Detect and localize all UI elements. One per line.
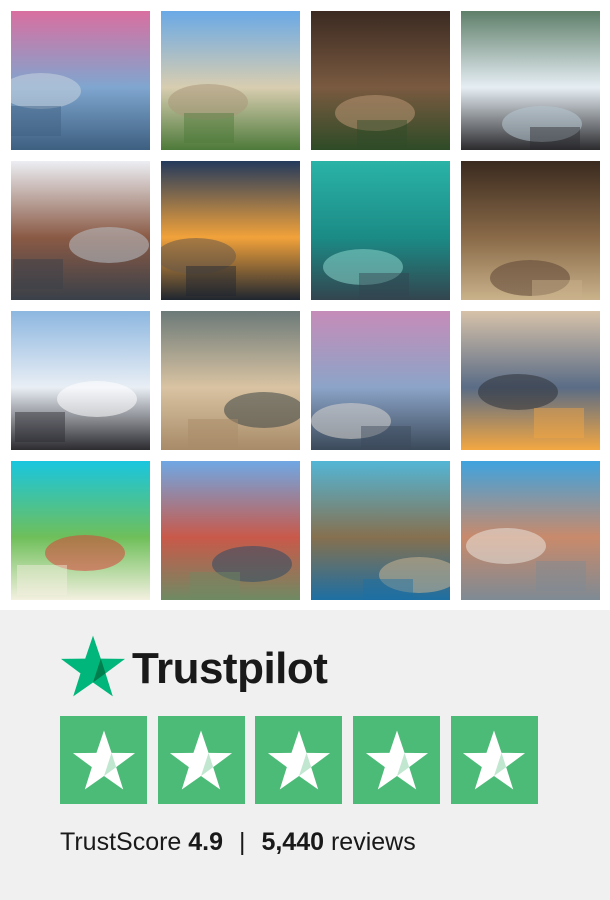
reykjavik-harbor-photo[interactable] bbox=[11, 11, 150, 150]
rating-star-1 bbox=[60, 716, 147, 804]
star-rating bbox=[60, 716, 538, 806]
star-icon bbox=[463, 730, 526, 790]
photo-gallery-grid bbox=[0, 0, 610, 610]
star-icon bbox=[170, 730, 233, 790]
lion-portrait-photo[interactable] bbox=[161, 311, 300, 450]
trustscore-value: 4.9 bbox=[188, 828, 224, 856]
trustpilot-logo-star-icon bbox=[60, 635, 126, 697]
reviews-count: 5,440 bbox=[261, 828, 325, 856]
bruges-canal-photo[interactable] bbox=[11, 161, 150, 300]
rating-star-3 bbox=[255, 716, 343, 804]
rating-star-5 bbox=[450, 716, 538, 804]
glass-igloo-photo[interactable] bbox=[11, 311, 150, 450]
riad-courtyard-photo[interactable] bbox=[311, 11, 450, 150]
overwater-villa-photo[interactable] bbox=[311, 161, 450, 300]
rating-star-2 bbox=[157, 716, 245, 804]
sea-cave-boat-photo[interactable] bbox=[311, 461, 450, 600]
vintage-blue-car-photo[interactable] bbox=[461, 461, 600, 600]
trustscore-summary[interactable]: TrustScore 4.9 | 5,440 reviews bbox=[60, 826, 416, 858]
city-street-aerial-photo[interactable] bbox=[311, 311, 450, 450]
havana-bus-sunset-photo[interactable] bbox=[461, 311, 600, 450]
trustpilot-logo[interactable]: Trustpilot bbox=[60, 633, 380, 703]
star-icon bbox=[72, 730, 135, 790]
rating-star-4 bbox=[353, 716, 441, 804]
husky-dogs-snow-photo[interactable] bbox=[461, 11, 600, 150]
star-icon bbox=[267, 730, 330, 790]
star-icon bbox=[365, 730, 428, 790]
trustpilot-wordmark: Trustpilot bbox=[132, 644, 328, 693]
reviews-label: reviews bbox=[330, 828, 416, 856]
venice-canal-photo[interactable] bbox=[161, 461, 300, 600]
sunset-beach-photo[interactable] bbox=[161, 161, 300, 300]
tropical-boats-aerial-photo[interactable] bbox=[11, 461, 150, 600]
score-separator: | bbox=[239, 828, 246, 856]
french-villa-photo[interactable] bbox=[161, 11, 300, 150]
thatched-lounge-photo[interactable] bbox=[461, 161, 600, 300]
trustscore-label: TrustScore bbox=[60, 828, 182, 856]
